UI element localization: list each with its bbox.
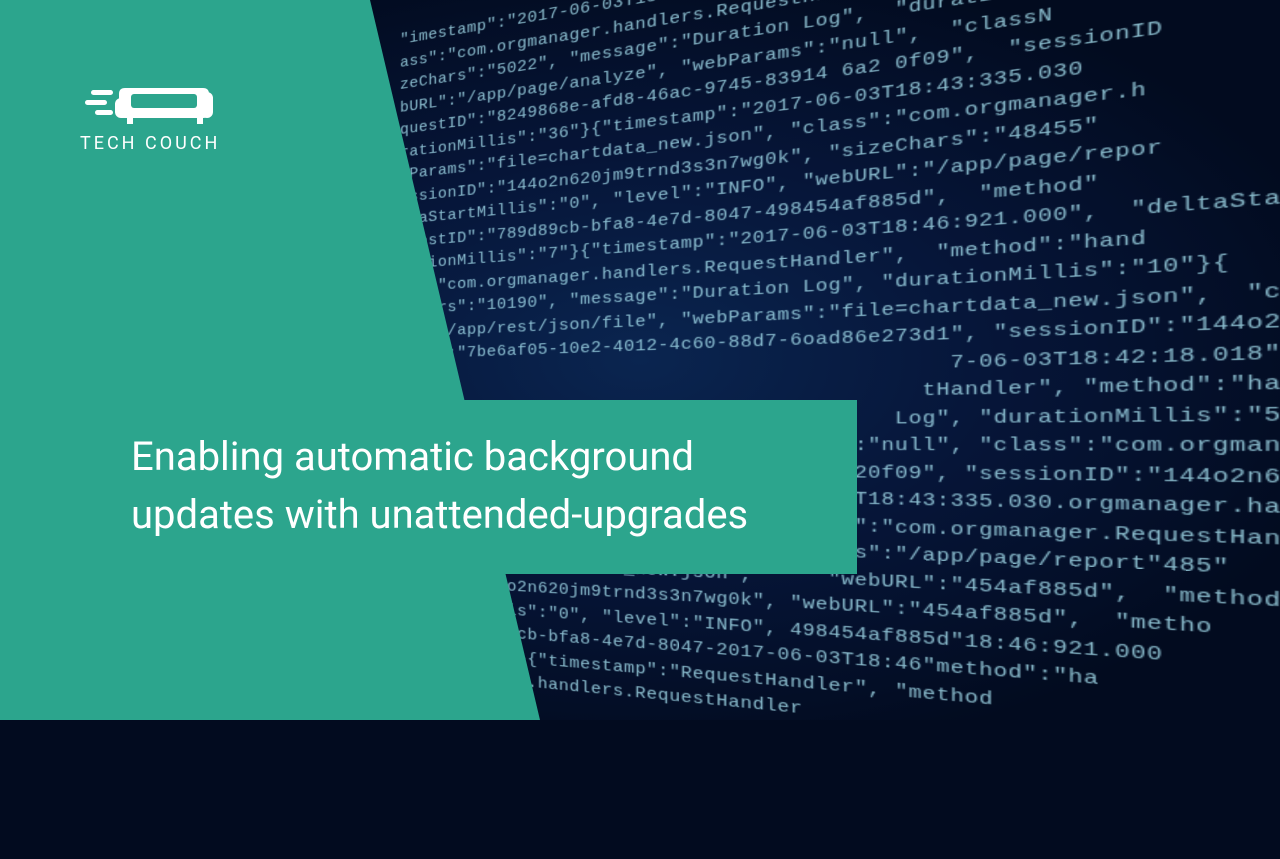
- title-text: Enabling automatic background updates wi…: [131, 428, 823, 544]
- brand-name: TECH COUCH: [80, 133, 220, 154]
- brand-logo: TECH COUCH: [80, 70, 220, 154]
- title-banner: Enabling automatic background updates wi…: [97, 400, 857, 574]
- couch-icon: [85, 70, 215, 125]
